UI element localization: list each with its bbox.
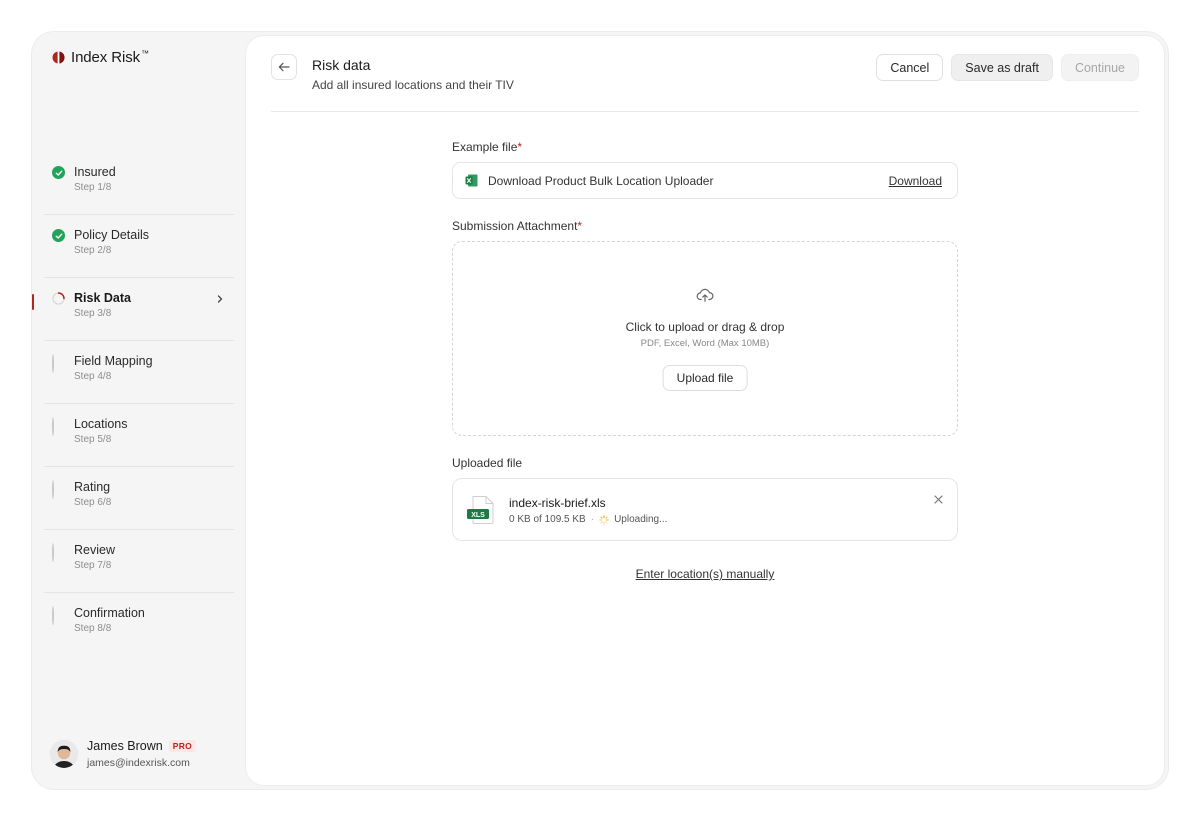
index-risk-logo-icon (52, 51, 65, 64)
chevron-right-icon (216, 294, 224, 306)
enter-locations-manually-link[interactable]: Enter location(s) manually (636, 567, 775, 581)
step-number: Step 3/8 (74, 308, 112, 319)
step-number: Step 5/8 (74, 434, 112, 445)
step-title: Field Mapping (74, 354, 153, 368)
empty-circle-icon (52, 480, 65, 499)
page-subtitle: Add all insured locations and their TIV (312, 78, 514, 92)
avatar (50, 740, 78, 768)
progress-ring-icon (52, 292, 65, 305)
sidebar: Index Risk™ Insured Step 1/8 Policy Deta… (32, 32, 246, 789)
loading-spinner-icon (599, 514, 609, 525)
upload-status: Uploading... (614, 514, 668, 525)
arrow-left-icon (278, 62, 290, 72)
step-title: Review (74, 543, 115, 557)
svg-text:XLS: XLS (471, 512, 485, 519)
user-email: james@indexrisk.com (87, 757, 190, 769)
download-link[interactable]: Download (889, 174, 942, 188)
uploaded-file-card: XLS index-risk-brief.xls 0 KB of 109.5 K… (452, 478, 958, 541)
step-field-mapping[interactable]: Field Mapping Step 4/8 (44, 341, 234, 404)
uploaded-file-label: Uploaded file (452, 456, 523, 470)
step-confirmation[interactable]: Confirmation Step 8/8 (44, 593, 234, 656)
step-title: Policy Details (74, 228, 150, 242)
remove-file-button[interactable] (934, 492, 943, 507)
step-insured[interactable]: Insured Step 1/8 (44, 152, 234, 215)
step-title: Locations (74, 417, 128, 431)
file-dropzone[interactable]: Click to upload or drag & drop PDF, Exce… (452, 241, 958, 436)
continue-button[interactable]: Continue (1060, 54, 1139, 81)
main-panel: Risk data Add all insured locations and … (246, 36, 1164, 785)
example-file-row: Download Product Bulk Location Uploader … (452, 162, 958, 199)
page-header: Risk data Add all insured locations and … (271, 53, 1139, 112)
empty-circle-icon (52, 417, 65, 436)
step-number: Step 1/8 (74, 182, 112, 193)
step-locations[interactable]: Locations Step 5/8 (44, 404, 234, 467)
example-file-name: Download Product Bulk Location Uploader (488, 173, 714, 188)
back-button[interactable] (271, 54, 297, 80)
empty-circle-icon (52, 543, 65, 562)
upload-progress: 0 KB of 109.5 KB · Uploading... (509, 514, 667, 525)
step-review[interactable]: Review Step 7/8 (44, 530, 234, 593)
header-actions: Cancel Save as draft Continue (876, 54, 1139, 81)
page-title: Risk data (312, 57, 371, 73)
step-number: Step 7/8 (74, 560, 112, 571)
step-policy-details[interactable]: Policy Details Step 2/8 (44, 215, 234, 278)
dropzone-title: Click to upload or drag & drop (625, 320, 785, 334)
step-number: Step 6/8 (74, 497, 112, 508)
user-profile[interactable]: James Brown PRO james@indexrisk.com (50, 739, 197, 769)
step-title: Insured (74, 165, 116, 179)
step-title: Rating (74, 480, 111, 494)
empty-circle-icon (52, 354, 65, 373)
step-title: Confirmation (74, 606, 145, 620)
uploaded-file-name: index-risk-brief.xls (509, 496, 606, 510)
cancel-button[interactable]: Cancel (876, 54, 944, 81)
active-step-indicator (32, 294, 34, 310)
meta-separator: · (590, 514, 595, 525)
user-name: James Brown PRO (87, 739, 197, 753)
cloud-upload-icon (696, 288, 714, 307)
excel-icon (465, 174, 478, 187)
empty-circle-icon (52, 606, 65, 625)
brand-logo[interactable]: Index Risk™ (52, 49, 149, 66)
manual-entry-container: Enter location(s) manually (452, 567, 958, 581)
step-title: Risk Data (74, 291, 131, 305)
app-window: Index Risk™ Insured Step 1/8 Policy Deta… (32, 32, 1168, 789)
submission-attachment-label: Submission Attachment* (452, 219, 583, 233)
form-content: Example file* Download Product Bulk Loca… (452, 140, 958, 581)
xls-file-icon: XLS (466, 495, 496, 530)
upload-size: 0 KB of 109.5 KB (509, 514, 586, 525)
step-rating[interactable]: Rating Step 6/8 (44, 467, 234, 530)
step-number: Step 4/8 (74, 371, 112, 382)
step-number: Step 2/8 (74, 245, 112, 256)
upload-file-button[interactable]: Upload file (662, 365, 748, 391)
close-icon (934, 495, 943, 504)
check-circle-icon (52, 229, 65, 242)
dropzone-hint: PDF, Excel, Word (Max 10MB) (640, 338, 770, 349)
brand-name: Index Risk™ (71, 49, 149, 66)
check-circle-icon (52, 166, 65, 179)
step-number: Step 8/8 (74, 623, 112, 634)
step-list: Insured Step 1/8 Policy Details Step 2/8 (32, 152, 234, 656)
step-risk-data[interactable]: Risk Data Step 3/8 (32, 278, 234, 341)
pro-badge: PRO (168, 740, 197, 752)
example-file-label: Example file* (452, 140, 523, 154)
save-draft-button[interactable]: Save as draft (951, 54, 1053, 81)
